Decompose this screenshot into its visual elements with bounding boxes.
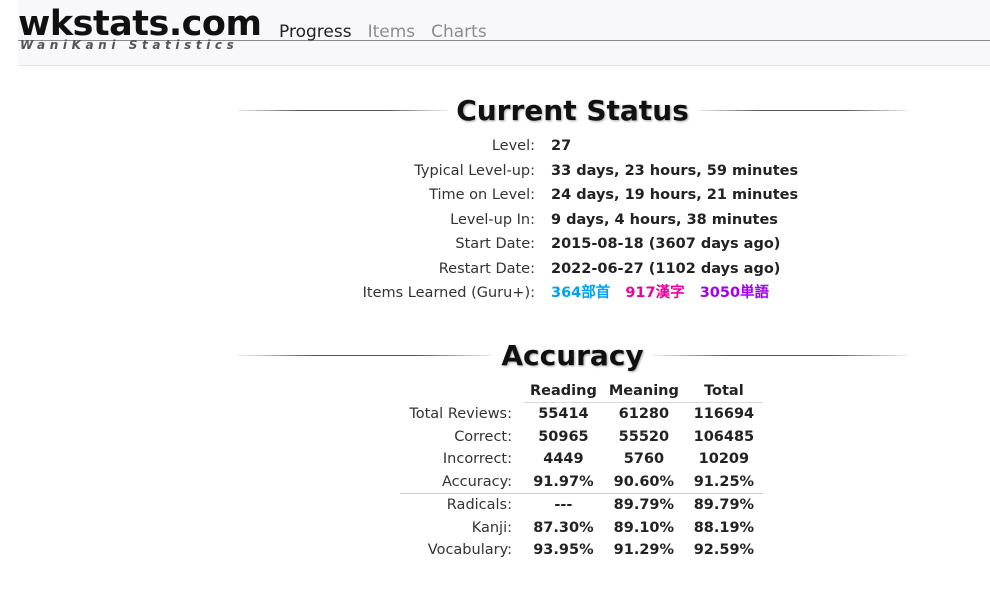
table-row: Kanji: 87.30% 89.10% 88.19% (400, 517, 763, 540)
typical-levelup-label: Typical Level-up: (414, 162, 535, 179)
cell-meaning: 5760 (623, 451, 665, 467)
status-row-levelup-in: Level-up In: 9 days, 4 hours, 38 minutes (0, 208, 990, 233)
level-value: 27 (551, 138, 572, 154)
table-row: Radicals: --- 89.79% 89.79% (400, 493, 763, 517)
header-blank (400, 380, 524, 403)
cell-total: 106485 (693, 428, 755, 445)
learned-vocabulary: 3050単語 (699, 285, 770, 301)
row-label: Accuracy: (441, 473, 512, 490)
accuracy-title: Accuracy (501, 338, 644, 372)
status-panel: Level: 27 Typical Level-up: 33 days, 23 … (0, 134, 990, 306)
level-label: Level: (491, 138, 535, 154)
status-row-start: Start Date: 2015-08-18 (3607 days ago) (0, 232, 990, 257)
items-learned-label: Items Learned (Guru+): (362, 285, 535, 301)
cell-reading: 87.30% (533, 519, 594, 536)
current-status-heading: Current Status (237, 93, 908, 127)
cell-reading: 50965 (538, 428, 589, 445)
current-status-title: Current Status (456, 93, 689, 127)
header-reading: Reading (524, 380, 603, 403)
nav-progress[interactable]: Progress (279, 21, 352, 43)
status-row-time-on-level: Time on Level: 24 days, 19 hours, 21 min… (0, 183, 990, 208)
cell-meaning: 89.79% (602, 493, 685, 517)
header-total: Total (684, 380, 763, 403)
cell-meaning: 90.60% (613, 473, 675, 490)
heading-rule-right (696, 109, 908, 111)
top-navbar: wkstats.com WaniKani Statistics Progress… (18, 0, 990, 66)
time-on-level-value: 24 days, 19 hours, 21 minutes (551, 187, 799, 203)
status-row-typical: Typical Level-up: 33 days, 23 hours, 59 … (0, 159, 990, 184)
cell-meaning: 89.10% (613, 519, 675, 536)
restart-date-value: 2022-06-27 (1102 days ago) (551, 260, 781, 277)
row-label: Radicals: (400, 493, 524, 517)
table-row: Incorrect: 4449 5760 10209 (400, 448, 763, 471)
row-label: Kanji: (471, 519, 512, 536)
status-row-learned: Items Learned (Guru+): 364部首 917漢字 3050単… (0, 281, 990, 306)
cell-reading: 91.97% (533, 473, 594, 490)
learned-radicals: 364部首 (551, 285, 611, 301)
accuracy-table: Reading Meaning Total Total Reviews: 554… (400, 380, 763, 562)
cell-total: 116694 (693, 406, 755, 422)
site-subtitle: WaniKani Statistics (20, 38, 239, 52)
main-nav: Progress Items Charts (279, 21, 487, 43)
header-border (18, 65, 990, 66)
cell-total: 10209 (698, 451, 750, 467)
accuracy-heading: Accuracy (237, 338, 909, 372)
table-row: Accuracy: 91.97% 90.60% 91.25% (400, 471, 763, 494)
heading-rule-left (237, 109, 449, 111)
nav-items[interactable]: Items (368, 21, 416, 43)
cell-meaning: 55520 (618, 428, 670, 445)
table-row: Correct: 50965 55520 106485 (400, 426, 763, 449)
cell-total: 91.25% (693, 473, 755, 490)
header-meaning: Meaning (602, 380, 685, 403)
cell-total: 88.19% (693, 519, 755, 536)
levelup-in-label: Level-up In: (450, 211, 535, 228)
row-label: Vocabulary: (427, 542, 512, 558)
heading-rule-right (651, 354, 909, 356)
heading-rule-left (237, 354, 494, 356)
table-row: Vocabulary: 93.95% 91.29% 92.59% (400, 539, 763, 562)
typical-levelup-value: 33 days, 23 hours, 59 minutes (551, 162, 799, 179)
cell-meaning: 61280 (618, 406, 670, 422)
cell-reading: 55414 (538, 406, 589, 422)
table-header-row: Reading Meaning Total (400, 380, 763, 403)
status-row-level: Level: 27 (0, 134, 990, 159)
row-label: Incorrect: (442, 451, 512, 467)
start-date-label: Start Date: (455, 236, 535, 252)
status-row-restart: Restart Date: 2022-06-27 (1102 days ago) (0, 257, 990, 282)
levelup-in-value: 9 days, 4 hours, 38 minutes (551, 211, 778, 228)
nav-charts[interactable]: Charts (431, 21, 487, 43)
cell-reading: 4449 (543, 451, 584, 467)
cell-total: 89.79% (684, 493, 763, 517)
cell-meaning: 91.29% (613, 542, 675, 558)
table-row: Total Reviews: 55414 61280 116694 (400, 403, 763, 426)
row-label: Correct: (454, 428, 512, 445)
cell-reading: 93.95% (533, 542, 594, 558)
cell-reading: --- (524, 493, 603, 517)
items-learned-value: 364部首 917漢字 3050単語 (551, 281, 779, 306)
time-on-level-label: Time on Level: (429, 187, 535, 203)
row-label: Total Reviews: (409, 405, 512, 422)
learned-kanji: 917漢字 (625, 285, 685, 301)
start-date-value: 2015-08-18 (3607 days ago) (551, 236, 781, 252)
restart-date-label: Restart Date: (438, 260, 535, 277)
cell-total: 92.59% (693, 542, 755, 558)
